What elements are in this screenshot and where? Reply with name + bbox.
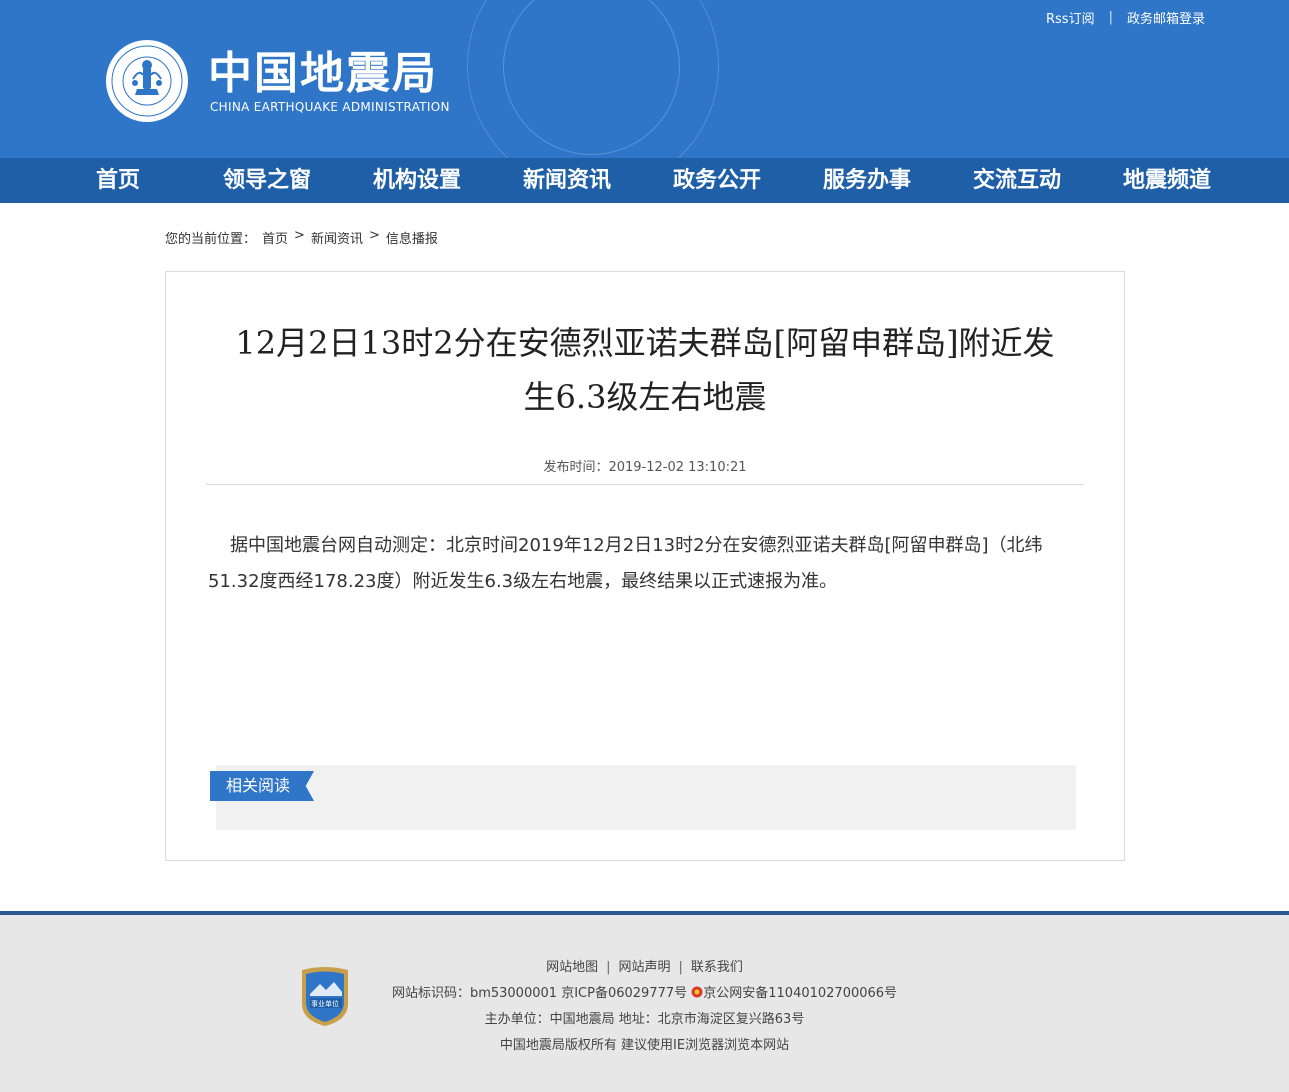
footer-site-id: 网站标识码：bm53000001	[391, 986, 558, 1001]
breadcrumb: 您的当前位置： 首页 > 新闻资讯 > 信息播报	[165, 228, 438, 247]
nav-item-services[interactable]: 服务办事	[823, 158, 911, 203]
footer-police-record[interactable]: 京公网安备11040102700066号	[703, 986, 897, 1001]
article-title: 12月2日13时2分在安德烈亚诺夫群岛[阿留申群岛]附近发 生6.3级左右地震	[206, 316, 1084, 424]
footer-sitemap-link[interactable]: 网站地图	[546, 960, 598, 975]
footer-separator: |	[678, 960, 683, 975]
cea-emblem-icon[interactable]	[105, 39, 189, 123]
related-reading-panel: 相关阅读	[210, 765, 1076, 830]
site-header: Rss订阅 | 政务邮箱登录 中国地震局 CHINA EARTHQUAKE AD…	[0, 0, 1289, 158]
site-footer: 事业单位 网站地图 | 网站声明 | 联系我们 网站标识码：bm53000001 京IC…	[0, 911, 1289, 1092]
nav-item-news[interactable]: 新闻资讯	[523, 158, 611, 203]
top-link-separator: |	[1108, 10, 1113, 25]
footer-contact-link[interactable]: 联系我们	[691, 960, 743, 975]
article-container: 12月2日13时2分在安德烈亚诺夫群岛[阿留申群岛]附近发 生6.3级左右地震 …	[165, 271, 1125, 861]
footer-links: 网站地图 | 网站声明 | 联系我们	[0, 956, 1289, 975]
footer-host-address: 主办单位：中国地震局 地址：北京市海淀区复兴路63号	[484, 1012, 805, 1027]
site-logo-subtitle: CHINA EARTHQUAKE ADMINISTRATION	[210, 100, 450, 114]
related-reading-tab: 相关阅读	[210, 771, 315, 801]
gov-mail-login-link[interactable]: 政务邮箱登录	[1127, 8, 1205, 27]
nav-item-earthquake-channel[interactable]: 地震频道	[1123, 158, 1211, 203]
top-links: Rss订阅 | 政务邮箱登录	[1046, 8, 1205, 27]
nav-item-interaction[interactable]: 交流互动	[973, 158, 1061, 203]
footer-copyright: 中国地震局版权所有 建议使用IE浏览器浏览本网站	[499, 1038, 790, 1053]
site-logo-title[interactable]: 中国地震局	[208, 46, 438, 102]
breadcrumb-separator: >	[368, 228, 380, 243]
footer-icp[interactable]: 京ICP备06029777号	[561, 986, 687, 1001]
article-publish-time: 发布时间：2019-12-02 13:10:21	[543, 460, 747, 475]
footer-separator: |	[606, 960, 611, 975]
police-emblem-icon	[691, 986, 703, 998]
footer-registration: 网站标识码：bm53000001 京ICP备06029777号 京公网安备110…	[0, 982, 1289, 1001]
article-divider	[206, 484, 1084, 485]
breadcrumb-separator: >	[294, 228, 305, 243]
article-body: 据中国地震台网自动测定：北京时间2019年12月2日13时2分在安德烈亚诺夫群岛…	[208, 535, 1043, 592]
breadcrumb-info-broadcast[interactable]: 信息播报	[386, 228, 438, 247]
nav-item-organization[interactable]: 机构设置	[373, 158, 461, 203]
footer-statement-link[interactable]: 网站声明	[618, 960, 670, 975]
article-title-line-2: 生6.3级左右地震	[523, 378, 767, 416]
article-title-line-1: 12月2日13时2分在安德烈亚诺夫群岛[阿留申群岛]附近发	[235, 324, 1055, 362]
nav-item-home[interactable]: 首页	[96, 158, 140, 203]
breadcrumb-label: 您的当前位置：	[165, 232, 257, 247]
breadcrumb-home[interactable]: 首页	[262, 228, 288, 247]
nav-item-leadership[interactable]: 领导之窗	[223, 158, 311, 203]
main-nav: 首页 领导之窗 机构设置 新闻资讯 政务公开 服务办事 交流互动 地震频道	[0, 158, 1289, 203]
rss-link[interactable]: Rss订阅	[1046, 8, 1095, 27]
breadcrumb-news[interactable]: 新闻资讯	[311, 228, 363, 247]
nav-item-gov-affairs[interactable]: 政务公开	[673, 158, 761, 203]
